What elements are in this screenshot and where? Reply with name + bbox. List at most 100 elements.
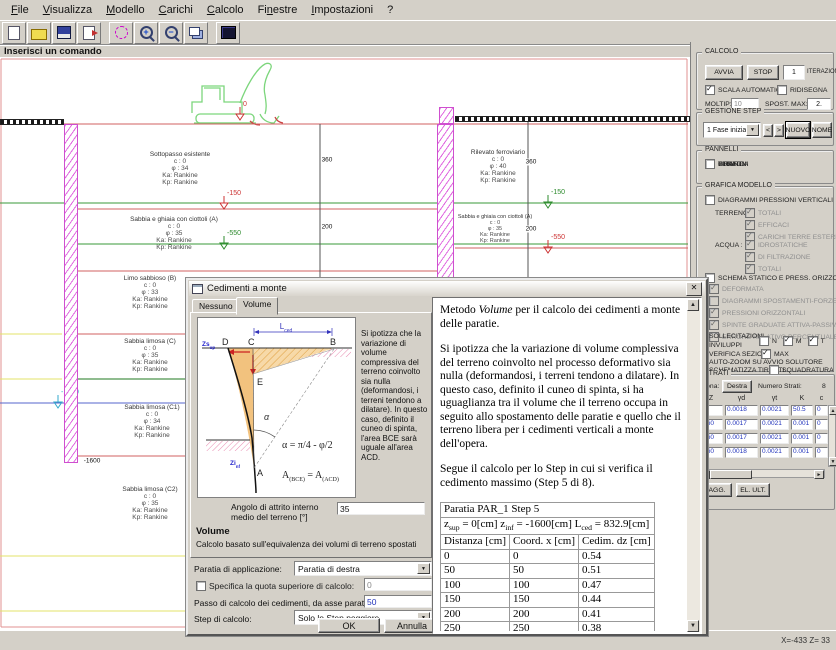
method-side-note: Si ipotizza che la variazione di volume …	[361, 329, 429, 462]
strati-cell[interactable]: 0.001	[791, 447, 813, 458]
scrollbar-thumb[interactable]	[710, 470, 752, 479]
arrow-down-icon[interactable]: ▼	[687, 620, 699, 632]
avvia-button[interactable]: AVVIA	[705, 65, 743, 80]
menu-calcolo[interactable]: Calcolo	[200, 2, 251, 18]
strati-cell[interactable]: 50.5	[791, 405, 813, 416]
save-button[interactable]	[52, 22, 76, 44]
checkbox-label: DEFORMATA	[722, 286, 764, 293]
checkbox-diagrammi-pressioni-verticali[interactable]: DIAGRAMMI PRESSIONI VERTICALI	[705, 195, 833, 205]
strati-cell[interactable]: 0.001	[791, 419, 813, 430]
checkbox-box[interactable]	[705, 195, 715, 205]
passo-calcolo-input[interactable]: 50	[364, 595, 432, 608]
checkbox-max[interactable]: MAX	[761, 349, 789, 359]
strati-cell[interactable]: 0	[815, 419, 828, 430]
zoom-out-button[interactable]	[159, 22, 183, 44]
table-row: 50500.51	[441, 564, 655, 579]
checkbox-t[interactable]: T	[808, 336, 825, 346]
checkbox-box[interactable]	[808, 336, 818, 346]
checkbox-box[interactable]	[783, 336, 793, 346]
step-prev-button[interactable]: <	[763, 124, 773, 137]
paratia-select[interactable]: Paratia di destra ▼	[294, 561, 432, 576]
checkbox-ridisegna[interactable]: RIDISEGNA	[777, 85, 827, 95]
step-next-button[interactable]: >	[774, 124, 784, 137]
ok-button[interactable]: OK	[318, 618, 380, 633]
nuovo-button[interactable]: NUOVO	[786, 122, 810, 138]
cascade-windows-button[interactable]	[184, 22, 208, 44]
strati-vertical-scrollbar[interactable]: ▲ ▼	[828, 405, 836, 467]
strati-cell[interactable]: 0.0018	[725, 405, 758, 416]
save-icon	[57, 26, 71, 39]
soil-layer-property: Ka: Rankine	[122, 507, 177, 514]
strati-cell[interactable]: 0.0017	[725, 419, 758, 430]
spost-max-input[interactable]: 2.	[807, 98, 831, 110]
menu-modello[interactable]: Modello	[99, 2, 152, 18]
checkbox-m[interactable]: M	[783, 336, 802, 346]
checkbox-tiranti[interactable]: TIRANTI	[705, 159, 744, 169]
render-button[interactable]	[216, 22, 240, 44]
strati-cell[interactable]: 0.0021	[760, 433, 789, 444]
checkbox-n[interactable]: N	[759, 336, 777, 346]
strati-cell[interactable]: 0.0021	[760, 447, 789, 458]
numero-strati-label: Numero Strati:	[758, 383, 802, 390]
checkbox-box	[709, 284, 719, 294]
soil-layer-property: c : 0	[124, 282, 176, 289]
checkbox-scala-automatica[interactable]: SCALA AUTOMATICA	[705, 85, 785, 95]
tab-volume[interactable]: Volume	[236, 297, 278, 315]
strati-cell[interactable]: 0.0021	[760, 419, 789, 430]
chevron-down-icon[interactable]: ▼	[746, 124, 759, 136]
arrow-down-icon[interactable]: ▼	[829, 457, 836, 466]
zoom-in-button[interactable]	[134, 22, 158, 44]
excavation-hatch	[206, 441, 250, 451]
menu-file[interactable]: File	[4, 2, 36, 18]
menu-finestre[interactable]: Finestre	[251, 2, 305, 18]
new-file-icon	[8, 26, 20, 40]
soil-layer-property: Ka: Rankine	[471, 170, 525, 177]
menu-visualizza[interactable]: Visualizza	[36, 2, 99, 18]
checkbox-box[interactable]	[777, 85, 787, 95]
strati-cell[interactable]: 0.001	[791, 433, 813, 444]
close-icon[interactable]: ✕	[686, 282, 702, 296]
open-folder-icon	[31, 29, 47, 40]
strati-horizontal-scrollbar[interactable]: ◄ ►	[699, 469, 825, 478]
table-title: Paratia PAR_1 Step 5	[441, 503, 655, 518]
angolo-attrito-input[interactable]: 35	[337, 502, 425, 515]
checkbox-box[interactable]	[705, 159, 715, 169]
settlement-table: Paratia PAR_1 Step 5zsup = 0[cm] zinf = …	[440, 502, 655, 631]
strati-cell[interactable]: 0	[815, 433, 828, 444]
inviluppi-label: INVILUPPI	[709, 342, 742, 349]
nome-button[interactable]: NOME	[812, 122, 832, 138]
checkbox-box[interactable]	[759, 336, 769, 346]
specifica-quota-checkbox[interactable]: Specifica la quota superiore di calcolo:	[196, 581, 354, 591]
step-select[interactable]: 1 Fase inizia ▼	[703, 122, 761, 138]
elevation-label: -150	[551, 189, 565, 196]
strati-cell[interactable]: 0.0017	[725, 433, 758, 444]
arrow-right-icon[interactable]: ►	[814, 470, 824, 479]
menu-impostazioni[interactable]: Impostazioni	[304, 2, 380, 18]
quota-superiore-input[interactable]: 0	[364, 578, 432, 591]
elevation-label: 0	[243, 101, 247, 108]
arrow-up-icon[interactable]: ▲	[829, 406, 836, 415]
strati-cell[interactable]: 0	[815, 405, 828, 416]
chevron-down-icon[interactable]: ▼	[417, 563, 430, 574]
zona-button[interactable]: Destra	[722, 380, 752, 393]
checkbox-box[interactable]	[196, 581, 206, 591]
soil-layer-property: Ka: Rankine	[130, 237, 218, 244]
checkbox-schema-statico-e-press-orizzontal[interactable]: SCHEMA STATICO E PRESS. ORIZZONTAL	[705, 273, 836, 283]
strati-cell[interactable]: 0	[815, 447, 828, 458]
el-ult-button[interactable]: EL. ULT.	[736, 483, 770, 497]
strati-cell[interactable]: 0.0021	[760, 405, 789, 416]
new-file-button[interactable]	[2, 22, 26, 44]
checkbox-box[interactable]	[705, 85, 715, 95]
stop-button[interactable]: STOP	[747, 65, 779, 80]
dialog-titlebar[interactable]: Cedimenti a monte ✕	[189, 281, 705, 296]
document-scrollbar[interactable]: ▲ ▼	[687, 299, 700, 632]
pan-button[interactable]	[109, 22, 133, 44]
checkbox-box[interactable]	[761, 349, 771, 359]
menu-help[interactable]: ?	[380, 2, 400, 18]
export-button[interactable]	[77, 22, 101, 44]
strati-cell[interactable]: 0.0018	[725, 447, 758, 458]
arrow-up-icon[interactable]: ▲	[687, 299, 699, 311]
soil-layer-property: c : 0	[122, 493, 177, 500]
menu-carichi[interactable]: Carichi	[152, 2, 200, 18]
open-folder-button[interactable]	[27, 22, 51, 44]
